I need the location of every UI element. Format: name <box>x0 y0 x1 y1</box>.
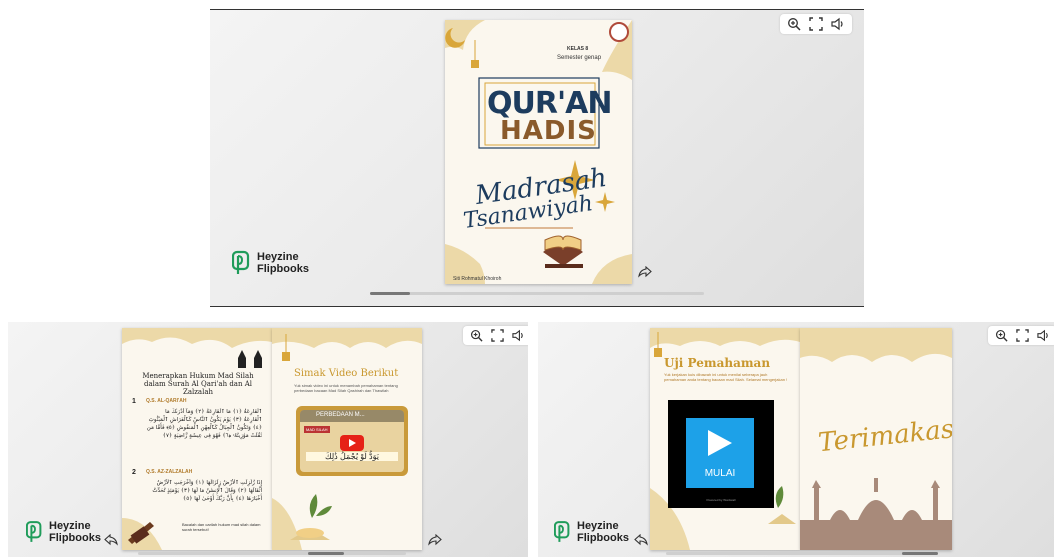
cover-kelas: KELAS 8 <box>567 46 589 52</box>
page-2-heading: Simak Video Berikut <box>294 368 399 379</box>
quiz-heading: Uji Pemahaman <box>664 356 771 370</box>
video-label: MAD SILAH <box>304 426 330 433</box>
heyzine-logo[interactable]: Heyzine Flipbooks <box>26 520 101 544</box>
share-icon[interactable] <box>638 266 652 278</box>
cover-semester: Semester genap <box>557 55 602 61</box>
zoom-in-icon[interactable] <box>787 17 801 31</box>
fullscreen-icon[interactable] <box>1016 329 1029 342</box>
brand-line-1: Heyzine <box>49 520 91 532</box>
heyzine-logo-icon <box>554 521 570 542</box>
brand-line-1: Heyzine <box>257 251 299 263</box>
spread-right-page-1[interactable]: Uji Pemahaman Yuk kerjakan kuis dibawah … <box>650 328 800 550</box>
brand-line-2: Flipbooks <box>257 263 309 275</box>
cover-author: Siti Rohmatul Khoiroh <box>453 276 502 282</box>
toolbar-left <box>463 326 528 345</box>
quiz-caption: Powered by Wordwall <box>706 498 736 502</box>
brand-line-2: Flipbooks <box>577 532 629 544</box>
quiz-subtext: Yuk kerjakan kuis dibawah ini untuk meni… <box>664 372 788 382</box>
play-icon <box>708 430 732 456</box>
video-embed[interactable]: PERBEDAAN M... MAD SILAH يَوَدُّ لَوْ يُ… <box>296 406 408 476</box>
video-title: PERBEDAAN M... <box>316 412 365 418</box>
fullscreen-icon[interactable] <box>491 329 504 342</box>
heyzine-logo[interactable]: Heyzine Flipbooks <box>554 520 629 544</box>
page-scrollbar-thumb[interactable] <box>902 552 938 555</box>
section-2-arabic: إِذَا زُلْزِلَتِ ٱلْأَرْضُ زِلْزَالَهَا … <box>152 480 262 502</box>
heyzine-logo-icon <box>232 250 250 274</box>
sound-icon[interactable] <box>831 17 845 31</box>
section-2-number: 2 <box>132 469 136 476</box>
cover-decoration <box>445 20 632 284</box>
heyzine-logo[interactable]: Heyzine Flipbooks <box>232 250 309 276</box>
page-2-subtext: Yuk simak video ini untuk menambah pemah… <box>294 383 398 393</box>
prev-page-icon[interactable] <box>104 534 118 546</box>
page-1-footnote: Bacalah dan carilah hukum mad silah dala… <box>182 522 261 532</box>
section-1-title: Q.S. AL-QARI'AH <box>146 398 187 404</box>
brand-line-2: Flipbooks <box>49 532 101 544</box>
cover-title-2: HADIS <box>500 116 597 146</box>
page-scrollbar-thumb[interactable] <box>308 552 344 555</box>
quiz-start-label: MULAI <box>704 468 736 479</box>
section-2-title: Q.S. AZ-ZALZALAH <box>146 469 193 475</box>
brand-line-1: Heyzine <box>577 520 619 532</box>
quiz-embed[interactable]: MULAI Powered by Wordwall <box>668 400 774 508</box>
flipbook-viewer-top: KELAS 8 Semester genap QUR'AN HADIS Madr… <box>210 9 864 307</box>
heyzine-logo-icon <box>26 521 42 542</box>
next-page-icon[interactable] <box>428 534 442 546</box>
toolbar-right <box>988 326 1054 345</box>
quiz-start-tile[interactable]: MULAI <box>686 418 754 488</box>
flipbook-viewer-left: Menerapkan Hukum Mad Silah dalam Surah A… <box>8 322 528 557</box>
page-1-heading: Menerapkan Hukum Mad Silah dalam Surah A… <box>142 372 254 396</box>
section-1-arabic: ٱلْقَارِعَةُ ﴿١﴾ مَا ٱلْقَارِعَةُ ﴿٢﴾ وَ… <box>146 409 262 439</box>
page-scrollbar-thumb[interactable] <box>370 292 410 295</box>
prev-page-icon[interactable] <box>634 534 648 546</box>
section-1-number: 1 <box>132 398 136 405</box>
spread-left-page-2[interactable]: Simak Video Berikut Yuk simak video ini … <box>272 328 422 550</box>
page-scrollbar[interactable] <box>370 292 704 295</box>
page-scrollbar[interactable] <box>666 552 938 555</box>
zoom-in-icon[interactable] <box>995 329 1008 342</box>
spread-right-page-2[interactable]: Terimakasih <box>800 328 952 550</box>
sound-icon[interactable] <box>512 329 525 342</box>
spread-left-page-1[interactable]: Menerapkan Hukum Mad Silah dalam Surah A… <box>122 328 272 550</box>
toolbar-top <box>780 14 852 34</box>
page-scrollbar[interactable] <box>138 552 406 555</box>
cover-page[interactable]: KELAS 8 Semester genap QUR'AN HADIS Madr… <box>445 20 632 284</box>
fullscreen-icon[interactable] <box>809 17 823 31</box>
youtube-play-icon[interactable] <box>340 435 364 451</box>
flipbook-viewer-right: Uji Pemahaman Yuk kerjakan kuis dibawah … <box>538 322 1054 557</box>
sound-icon[interactable] <box>1037 329 1050 342</box>
video-arabic: يَوَدُّ لَوْ يُجْمَلُ ذَٰلِكَ <box>306 452 398 461</box>
zoom-in-icon[interactable] <box>470 329 483 342</box>
